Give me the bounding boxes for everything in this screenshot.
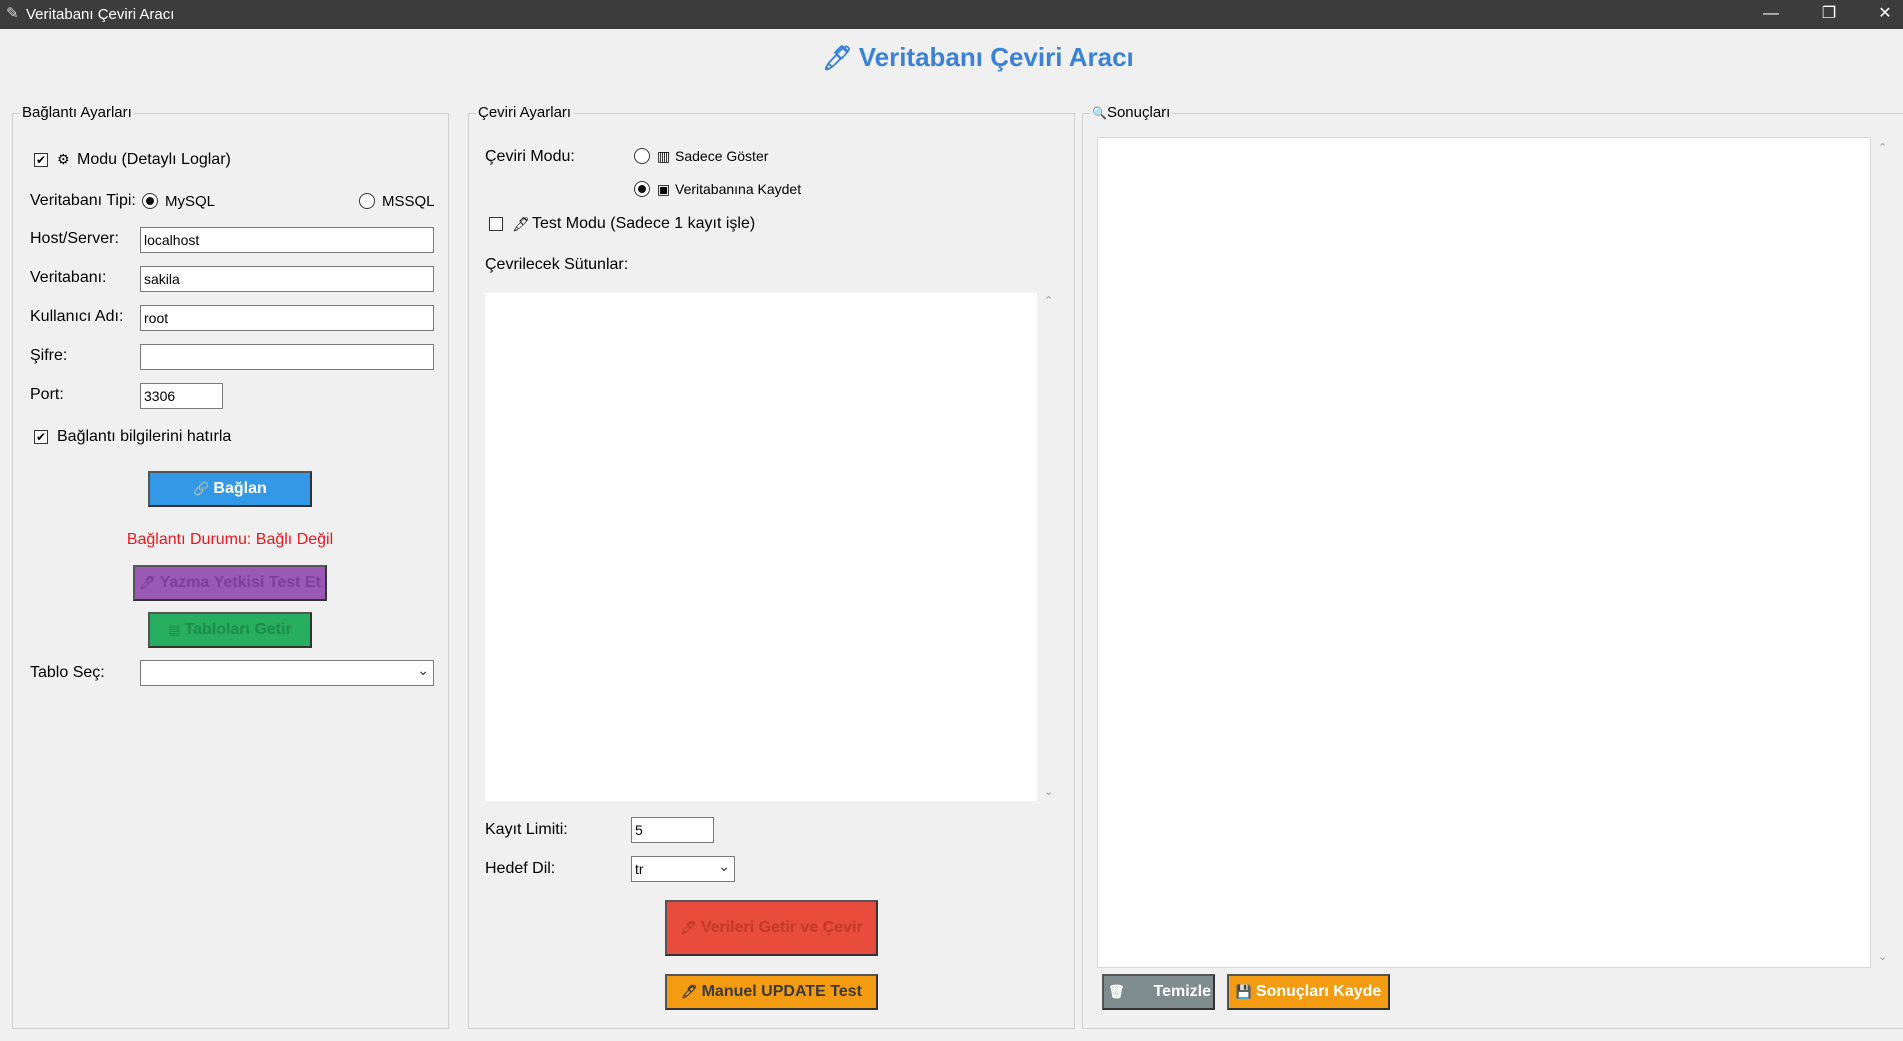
table-icon: ▤ (168, 622, 181, 637)
floppy-icon: 💾 (1235, 984, 1252, 999)
test-mode-checkbox[interactable] (489, 217, 503, 231)
search-icon: 🔍 (1092, 106, 1107, 120)
pen-icon: 🖊 (681, 984, 698, 999)
gear-icon: ⚙ (57, 151, 70, 167)
chevron-down-icon: ⌄ (417, 662, 429, 678)
clear-button-label: Temizle (1153, 983, 1212, 1000)
pen-icon: 🖊 (822, 45, 853, 72)
restore-button[interactable]: ❐ (1800, 0, 1858, 29)
page-title: 🖊 Veritabanı Çeviri Aracı (0, 42, 1903, 73)
table-select-label: Tablo Seç: (30, 664, 105, 681)
database-label: Veritabanı: (30, 269, 107, 286)
connect-button-label: Bağlan (213, 480, 267, 497)
link-icon: 🔗 (193, 481, 210, 496)
pen-icon: 🖊 (680, 920, 697, 935)
db-type-mssql-radio[interactable] (359, 193, 375, 209)
results-title-text: Sonuçları (1106, 104, 1171, 121)
host-label: Host/Server: (30, 230, 119, 247)
scroll-down-icon[interactable]: ⌄ (1878, 950, 1887, 963)
fetch-translate-button-label: Verileri Getir ve Çevir (700, 919, 863, 936)
save-results-button[interactable]: 💾 Sonuçları Kayde (1227, 974, 1390, 1010)
results-textbox[interactable] (1097, 137, 1871, 968)
target-lang-value: tr (635, 861, 644, 877)
pen-icon: 🖊 (139, 575, 156, 590)
mode-show-only-radio[interactable] (634, 148, 650, 164)
floppy-icon: ▣ (657, 181, 671, 197)
debug-mode-checkbox[interactable]: ✔ (34, 153, 48, 167)
window-title: Veritabanı Çeviri Aracı (26, 6, 175, 23)
port-label: Port: (30, 386, 64, 403)
save-results-button-label: Sonuçları Kayde (1255, 983, 1382, 1000)
columns-label: Çevrilecek Sütunlar: (485, 256, 629, 273)
fetch-tables-button-label: Tabloları Getir (184, 621, 292, 638)
connect-button[interactable]: 🔗 Bağlan (148, 471, 312, 507)
minimize-button[interactable]: — (1742, 0, 1800, 29)
test-mode-label: Test Modu (Sadece 1 kayıt işle) (532, 215, 756, 232)
results-title: 🔍Sonuçları (1090, 104, 1173, 121)
record-limit-label: Kayıt Limiti: (485, 821, 568, 838)
target-lang-select[interactable]: tr ⌄ (631, 856, 735, 882)
manual-update-button-label: Manuel UPDATE Test (701, 983, 862, 1000)
password-label: Şifre: (30, 347, 68, 364)
pen-icon: 🖋 (512, 216, 530, 232)
trash-icon: 🗑 (1108, 984, 1125, 999)
columns-listbox[interactable] (485, 293, 1037, 801)
window-titlebar: ✎ Veritabanı Çeviri Aracı — ❐ ✕ (0, 0, 1903, 29)
host-input[interactable] (140, 227, 434, 253)
translation-settings-title: Çeviri Ayarları (476, 104, 574, 121)
feather-icon: ✎ (6, 5, 19, 22)
fetch-tables-button[interactable]: ▤ Tabloları Getir (148, 612, 312, 648)
record-limit-input[interactable] (631, 817, 714, 843)
manual-update-button[interactable]: 🖊 Manuel UPDATE Test (665, 974, 878, 1010)
database-input[interactable] (140, 266, 434, 292)
username-label: Kullanıcı Adı: (30, 308, 124, 325)
connection-settings-title: Bağlantı Ayarları (20, 104, 134, 121)
mode-show-only-label: Sadece Göster (675, 148, 769, 164)
db-type-mysql-label: MySQL (165, 193, 216, 210)
connection-status: Bağlantı Durumu: Bağlı Değil (126, 531, 334, 548)
write-test-button-label: Yazma Yetkisi Test Et (159, 574, 321, 591)
fetch-translate-button[interactable]: 🖊 Verileri Getir ve Çevir (665, 900, 878, 956)
write-test-button[interactable]: 🖊 Yazma Yetkisi Test Et (133, 565, 327, 601)
mode-save-db-label: Veritabanına Kaydet (675, 181, 802, 197)
close-button[interactable]: ✕ (1856, 0, 1903, 29)
remember-label: Bağlantı bilgilerini hatırla (57, 428, 232, 445)
password-input[interactable] (140, 344, 434, 370)
page-title-text: Veritabanı Çeviri Aracı (858, 42, 1134, 72)
target-lang-label: Hedef Dil: (485, 860, 556, 877)
translation-mode-label: Çeviri Modu: (485, 148, 575, 165)
mode-save-db-radio[interactable] (634, 181, 650, 197)
remember-checkbox[interactable]: ✔ (34, 430, 48, 444)
db-type-mysql-radio[interactable] (142, 193, 158, 209)
port-input[interactable] (140, 383, 223, 409)
debug-mode-label: Modu (Detaylı Loglar) (77, 151, 231, 168)
scroll-up-icon[interactable]: ⌃ (1044, 294, 1053, 307)
table-select[interactable]: ⌄ (140, 660, 434, 686)
username-input[interactable] (140, 305, 434, 331)
scroll-down-icon[interactable]: ⌄ (1044, 785, 1053, 798)
chevron-down-icon: ⌄ (718, 858, 730, 874)
scroll-up-icon[interactable]: ⌃ (1878, 141, 1887, 154)
book-icon: ▥ (657, 148, 671, 164)
db-type-mssql-label: MSSQL (382, 193, 435, 210)
db-type-label: Veritabanı Tipi: (30, 192, 136, 209)
clear-button[interactable]: 🗑 Temizle (1102, 974, 1215, 1010)
